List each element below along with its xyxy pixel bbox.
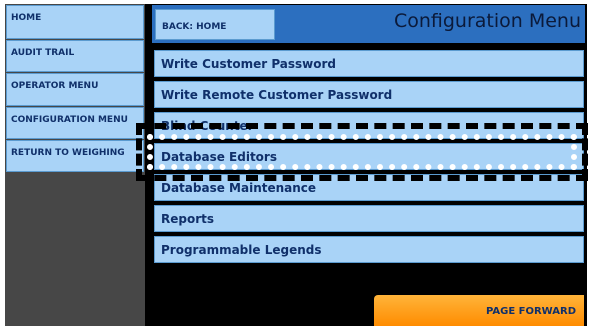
- sidebar-item-operator-menu[interactable]: OPERATOR MENU: [6, 73, 144, 106]
- menu-item-label: Write Customer Password: [161, 57, 337, 71]
- sidebar-item-label: AUDIT TRAIL: [11, 48, 75, 58]
- page-forward-button[interactable]: PAGE FORWARD: [374, 295, 584, 326]
- header-bar: BACK: HOME Configuration Menu: [152, 5, 585, 43]
- menu-item-write-remote-customer-password[interactable]: Write Remote Customer Password: [154, 81, 584, 108]
- menu-item-label: Write Remote Customer Password: [161, 88, 393, 102]
- sidebar-item-label: CONFIGURATION MENU: [11, 115, 128, 125]
- back-button[interactable]: BACK: HOME: [155, 9, 275, 40]
- menu-item-programmable-legends[interactable]: Programmable Legends: [154, 236, 584, 263]
- menu-item-label: Database Maintenance: [161, 181, 317, 195]
- sidebar-item-label: OPERATOR MENU: [11, 81, 99, 91]
- page-forward-label: PAGE FORWARD: [485, 306, 576, 317]
- selection-highlight-inner: [147, 134, 577, 170]
- sidebar-item-label: HOME: [11, 13, 42, 23]
- back-button-label: BACK: HOME: [162, 22, 227, 32]
- sidebar-item-label: RETURN TO WEIGHING: [11, 148, 125, 158]
- menu-item-label: Programmable Legends: [161, 243, 322, 257]
- sidebar-item-home[interactable]: HOME: [6, 5, 144, 39]
- sidebar-item-audit-trail[interactable]: AUDIT TRAIL: [6, 40, 144, 72]
- menu-item-write-customer-password[interactable]: Write Customer Password: [154, 50, 584, 77]
- menu-item-reports[interactable]: Reports: [154, 205, 584, 232]
- sidebar-item-configuration-menu[interactable]: CONFIGURATION MENU: [6, 107, 144, 139]
- menu-item-label: Reports: [161, 212, 215, 226]
- sidebar-item-return-to-weighing[interactable]: RETURN TO WEIGHING: [6, 140, 144, 172]
- sidebar: HOME AUDIT TRAIL OPERATOR MENU CONFIGURA…: [5, 4, 145, 326]
- selection-highlight: [136, 123, 588, 181]
- page-title: Configuration Menu: [393, 10, 581, 32]
